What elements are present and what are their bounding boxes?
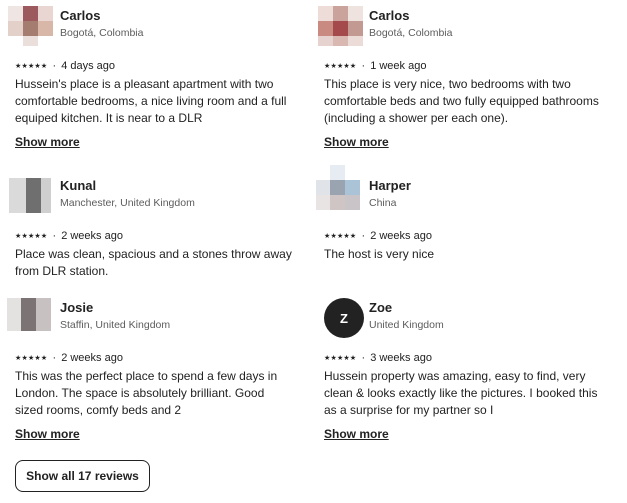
reviewer-location: Bogotá, Colombia bbox=[60, 27, 144, 39]
review-text: Place was clean, spacious and a stones t… bbox=[15, 247, 292, 278]
reviewer-name[interactable]: Carlos bbox=[369, 8, 409, 23]
star-rating: ★★★★★ bbox=[324, 63, 357, 70]
review-meta: ★★★★★ · 2 weeks ago bbox=[15, 228, 295, 244]
show-all-reviews-button[interactable]: Show all 17 reviews bbox=[15, 460, 150, 492]
show-more-link[interactable]: Show more bbox=[324, 427, 389, 441]
review-date: 2 weeks ago bbox=[61, 352, 123, 364]
reviewer-name[interactable]: Kunal bbox=[60, 178, 96, 193]
show-more-link[interactable]: Show more bbox=[15, 135, 80, 149]
reviewer-avatar[interactable] bbox=[316, 165, 364, 216]
meta-separator: · bbox=[361, 352, 366, 364]
star-rating: ★★★★★ bbox=[324, 233, 357, 240]
review-date: 2 weeks ago bbox=[370, 230, 432, 242]
meta-separator: · bbox=[361, 230, 366, 242]
reviewer-location: China bbox=[369, 197, 397, 209]
meta-separator: · bbox=[52, 352, 57, 364]
review-card: Josie Staffin, United Kingdom ★★★★★ · 2 … bbox=[7, 298, 295, 443]
review-card: Harper China ★★★★★ · 2 weeks ago The hos… bbox=[316, 165, 604, 263]
review-card: Carlos Bogotá, Colombia ★★★★★ · 4 days a… bbox=[8, 6, 295, 151]
show-more-link[interactable]: Show more bbox=[15, 427, 80, 441]
star-rating: ★★★★★ bbox=[15, 355, 48, 362]
meta-separator: · bbox=[52, 60, 57, 72]
reviewer-avatar[interactable] bbox=[318, 6, 364, 46]
reviewer-avatar[interactable] bbox=[9, 176, 55, 216]
reviewer-location: Manchester, United Kingdom bbox=[60, 197, 195, 209]
star-rating: ★★★★★ bbox=[324, 355, 357, 362]
review-card: Carlos Bogotá, Colombia ★★★★★ · 1 week a… bbox=[318, 6, 604, 151]
reviewer-location: Bogotá, Colombia bbox=[369, 27, 453, 39]
show-more-link[interactable]: Show more bbox=[324, 135, 389, 149]
meta-separator: · bbox=[52, 230, 57, 242]
reviewer-avatar[interactable] bbox=[7, 298, 55, 338]
review-date: 3 weeks ago bbox=[370, 352, 432, 364]
reviewer-avatar[interactable]: Z bbox=[324, 298, 364, 338]
review-date: 1 week ago bbox=[370, 60, 427, 72]
star-rating: ★★★★★ bbox=[15, 233, 48, 240]
review-text: This place is very nice, two bedrooms wi… bbox=[324, 77, 599, 125]
reviewer-name[interactable]: Zoe bbox=[369, 300, 392, 315]
star-rating: ★★★★★ bbox=[15, 63, 48, 70]
review-text: The host is very nice bbox=[324, 247, 435, 261]
review-meta: ★★★★★ · 2 weeks ago bbox=[15, 350, 295, 366]
review-date: 2 weeks ago bbox=[61, 230, 123, 242]
review-card: Kunal Manchester, United Kingdom ★★★★★ ·… bbox=[9, 176, 295, 280]
reviewer-location: Staffin, United Kingdom bbox=[60, 319, 171, 331]
meta-separator: · bbox=[361, 60, 366, 72]
review-text: Hussein property was amazing, easy to fi… bbox=[324, 369, 598, 417]
reviewer-location: United Kingdom bbox=[369, 319, 444, 331]
reviewer-avatar[interactable] bbox=[8, 6, 55, 46]
review-meta: ★★★★★ · 4 days ago bbox=[15, 58, 295, 74]
avatar-initial: Z bbox=[340, 310, 348, 326]
reviewer-name[interactable]: Josie bbox=[60, 300, 93, 315]
review-text: Hussein's place is a pleasant apartment … bbox=[15, 77, 287, 125]
review-date: 4 days ago bbox=[61, 60, 116, 72]
reviewer-name[interactable]: Carlos bbox=[60, 8, 100, 23]
review-meta: ★★★★★ · 3 weeks ago bbox=[324, 350, 604, 366]
review-meta: ★★★★★ · 1 week ago bbox=[324, 58, 604, 74]
review-text: This was the perfect place to spend a fe… bbox=[15, 369, 278, 417]
reviewer-name[interactable]: Harper bbox=[369, 178, 411, 193]
review-card: Z Zoe United Kingdom ★★★★★ · 3 weeks ago… bbox=[324, 298, 604, 443]
review-meta: ★★★★★ · 2 weeks ago bbox=[324, 228, 604, 244]
